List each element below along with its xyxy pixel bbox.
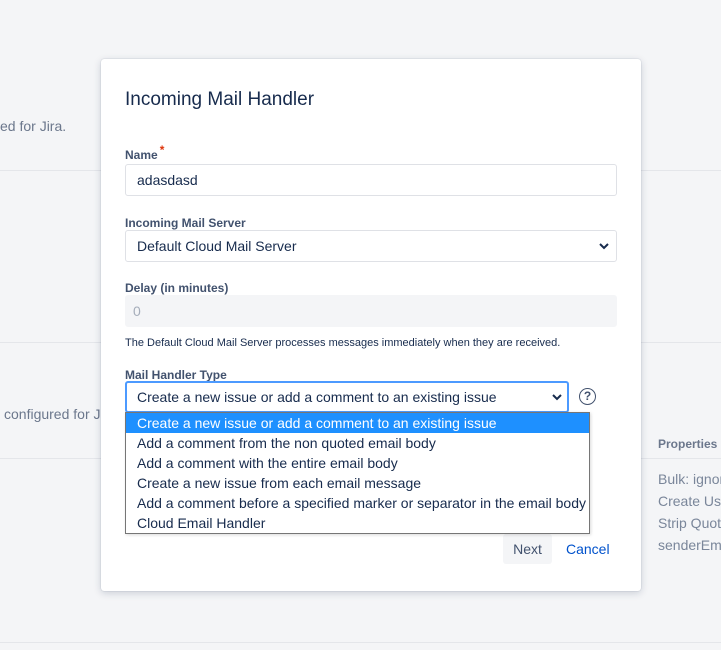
name-label-text: Name xyxy=(125,148,158,162)
option-comment-non-quoted[interactable]: Add a comment from the non quoted email … xyxy=(126,433,589,453)
mail-server-label: Incoming Mail Server xyxy=(125,216,246,230)
required-marker: * xyxy=(159,143,165,157)
option-cloud-email-handler[interactable]: Cloud Email Handler xyxy=(126,513,589,533)
option-comment-entire-body[interactable]: Add a comment with the entire email body xyxy=(126,453,589,473)
properties-row: senderEma xyxy=(658,537,721,553)
properties-row: Bulk: ignor xyxy=(658,471,721,487)
cancel-link[interactable]: Cancel xyxy=(561,534,615,564)
next-button[interactable]: Next xyxy=(503,534,552,564)
handler-type-options: Create a new issue or add a comment to a… xyxy=(125,412,590,534)
properties-header: Properties xyxy=(658,437,718,451)
handler-type-select[interactable]: Create a new issue or add a comment to a… xyxy=(125,381,569,413)
chevron-down-icon xyxy=(552,394,562,401)
mail-server-value: Default Cloud Mail Server xyxy=(137,238,297,254)
bg-divider-4 xyxy=(0,642,721,643)
dialog-title: Incoming Mail Handler xyxy=(125,89,315,110)
server-help-text: The Default Cloud Mail Server processes … xyxy=(125,337,561,349)
properties-row: Create Use xyxy=(658,493,721,509)
question-circle-icon[interactable]: ? xyxy=(579,388,596,405)
handler-type-value: Create a new issue or add a comment to a… xyxy=(137,389,497,405)
name-input[interactable]: adasdasd xyxy=(125,164,617,196)
option-create-or-comment[interactable]: Create a new issue or add a comment to a… xyxy=(126,413,589,433)
delay-label: Delay (in minutes) xyxy=(125,281,229,295)
option-create-issue-each[interactable]: Create a new issue from each email messa… xyxy=(126,473,589,493)
bg-snippet-2: configured for J xyxy=(4,406,101,422)
handler-type-label: Mail Handler Type xyxy=(125,368,227,382)
mail-server-select[interactable]: Default Cloud Mail Server xyxy=(125,230,617,262)
properties-row: Strip Quot xyxy=(658,515,721,531)
option-comment-before-marker[interactable]: Add a comment before a specified marker … xyxy=(126,493,589,513)
bg-snippet-1: ed for Jira. xyxy=(0,118,67,134)
bg-properties-column: Properties Bulk: ignor Create Use Strip … xyxy=(658,437,721,556)
delay-input: 0 xyxy=(125,295,617,327)
chevron-down-icon xyxy=(599,243,609,250)
name-label: Name * xyxy=(125,143,164,162)
